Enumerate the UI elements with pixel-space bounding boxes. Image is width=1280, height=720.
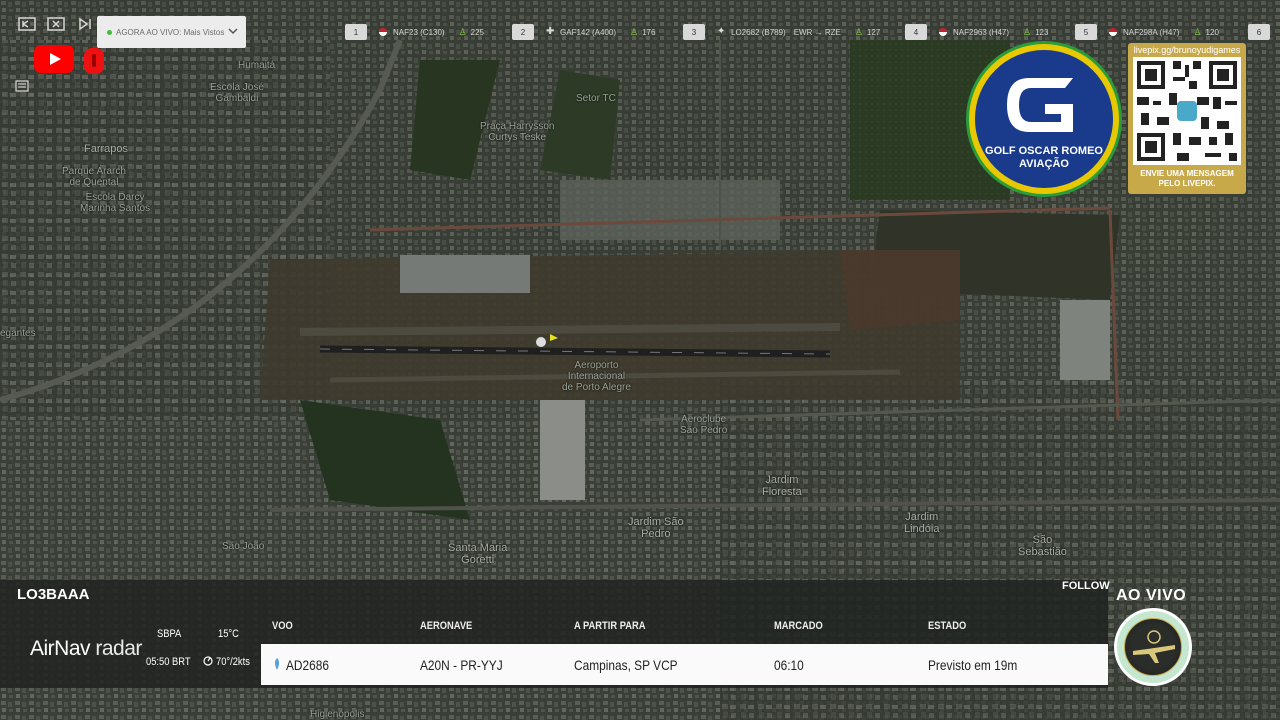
- airnav-logo-text: AirNav: [30, 637, 91, 660]
- flight-route: EWR → RZE: [793, 27, 841, 37]
- flight-viewers: 123: [1035, 27, 1049, 37]
- cell-marcado: 06:10: [774, 657, 804, 673]
- map-label-navegantes: egantes: [0, 328, 36, 339]
- map-label-aeroclube: Aeroclube São Pedro: [680, 414, 728, 436]
- flight-chip-6[interactable]: 6: [1248, 23, 1280, 41]
- aircraft-registration: LO3BAAA: [17, 586, 90, 603]
- airline-logo-icon: ✦: [717, 26, 726, 37]
- gor-line-2: AVIAÇÃO: [1019, 158, 1069, 170]
- live-dot-icon: [107, 29, 112, 35]
- flag-icon: [939, 28, 947, 36]
- map-label-farrapos: Farrapos: [84, 143, 129, 155]
- qr-code-icon: [1133, 57, 1241, 165]
- flight-rank: 3: [683, 24, 705, 40]
- flight-rank: 1: [345, 24, 367, 40]
- livepix-url[interactable]: livepix.gg/brunoyudigames: [1128, 45, 1246, 55]
- flight-viewers: 176: [642, 27, 656, 37]
- flight-code: NAF23 (C130): [393, 27, 445, 37]
- airplane-emblem-icon: [1133, 630, 1175, 663]
- col-header-estado: ESTADO: [928, 620, 967, 632]
- flight-code: NAF2963 (H47): [953, 27, 1010, 37]
- gor-line-1: GOLF OSCAR ROMEO: [985, 145, 1103, 157]
- col-header-voo: VOO: [272, 620, 293, 632]
- cell-estado: Previsto em 19m: [928, 657, 1018, 673]
- top-bar: AGORA AO VIVO: Mais Vistos 1 NAF23 (C130…: [0, 8, 1280, 48]
- livepix-card[interactable]: livepix.gg/brunoyudigames ENVIE UMA MENS…: [1128, 43, 1246, 194]
- map-label-jardim-sao-pedro: Jardim São Pedro: [628, 516, 684, 541]
- map-label-escola: Escola José Gambaldi: [210, 82, 264, 104]
- g-logo-icon: [1007, 78, 1073, 132]
- airnav-radar-text: radar: [95, 637, 142, 660]
- flag-icon: [1109, 28, 1117, 36]
- map-label-sao-sebastiao: São Sebastião: [1018, 534, 1067, 559]
- map-label-escola2: Escola Darcy Marinha Santos: [80, 192, 151, 214]
- temperature: 15°C: [218, 628, 239, 640]
- flight-viewers: 120: [1205, 27, 1219, 37]
- airport-code: SBPA: [157, 628, 182, 640]
- chevron-down-icon: [228, 28, 238, 35]
- viewers-icon: ♙: [1193, 26, 1202, 37]
- flight-viewers: 127: [866, 27, 881, 37]
- map-label-sao-joao: São João: [222, 541, 265, 552]
- channel-badge-inner: [1124, 618, 1182, 676]
- viewers-icon: ♙: [458, 26, 467, 37]
- flight-chip-2[interactable]: 2 ✚ GAF142 (A400) ♙ 176: [512, 23, 655, 41]
- flight-rank: 4: [905, 24, 927, 40]
- flag-icon: [379, 28, 387, 36]
- viewers-icon: ♙: [854, 26, 863, 37]
- flight-chip-3[interactable]: 3 ✦ LO2682 (B789) EWR → RZE ♙ 127: [683, 23, 880, 41]
- layers-icon[interactable]: [14, 78, 30, 94]
- livepix-msg-1: ENVIE UMA MENSAGEM: [1140, 169, 1234, 178]
- map-label-jardim-floresta: Jardim Floresta: [762, 474, 802, 499]
- viewers-icon: ♙: [630, 26, 639, 37]
- live-select-label: AGORA AO VIVO: Mais Vistos: [116, 27, 225, 37]
- flight-chip-5[interactable]: 5 NAF298A (H47) ♙ 120: [1075, 23, 1219, 41]
- flight-chip-4[interactable]: 4 NAF2963 (H47) ♙ 123: [905, 23, 1048, 41]
- map-label-praca: Praça Harrysson Curtys Teske: [480, 121, 555, 143]
- close-panel-icon[interactable]: [47, 16, 65, 32]
- flight-rank: 2: [512, 24, 534, 40]
- map-label-aeroporto: Aeroporto Internacional de Porto Alegre: [562, 360, 631, 393]
- skip-next-icon[interactable]: [76, 16, 94, 32]
- flight-row[interactable]: AD2686 A20N - PR-YYJ Campinas, SP VCP 06…: [261, 644, 1108, 685]
- flight-viewers: 225: [470, 27, 485, 37]
- cell-voo: AD2686: [286, 657, 330, 673]
- aircraft-marker-icon[interactable]: [536, 337, 546, 347]
- map-label-humaita: Humaitá: [238, 60, 276, 71]
- col-header-aeronave: AERONAVE: [420, 620, 473, 632]
- flight-rank: 6: [1248, 24, 1270, 40]
- plane-icon: ✚: [546, 26, 555, 37]
- map-label-parque: Parque Ararch de Quental: [62, 166, 126, 188]
- wind-icon: [203, 656, 213, 666]
- flight-code: NAF298A (H47): [1123, 27, 1180, 37]
- channel-badge-logo: [1114, 608, 1192, 686]
- map-label-santa-maria: Santa Maria Goretti: [448, 542, 508, 567]
- col-header-rota: A PARTIR PARA: [574, 620, 646, 632]
- local-time: 05:50 BRT: [146, 656, 191, 668]
- flight-code: GAF142 (A400): [560, 27, 617, 37]
- live-feed-select[interactable]: AGORA AO VIVO: Mais Vistos: [97, 16, 246, 48]
- airnav-logo: AirNav radar: [30, 637, 142, 661]
- col-header-marcado: MARCADO: [774, 620, 823, 632]
- flight-code: LO2682 (B789): [731, 27, 786, 37]
- golf-oscar-romeo-logo: GOLF OSCAR ROMEO AVIAÇÃO: [969, 44, 1119, 194]
- map-label-higienopolis: Higienópolis: [310, 709, 365, 720]
- viewers-icon: ♙: [1023, 26, 1032, 37]
- cell-rota: Campinas, SP VCP: [574, 657, 678, 673]
- alert-icon[interactable]: [84, 48, 104, 74]
- youtube-icon[interactable]: [34, 45, 74, 73]
- airline-logo-icon: [275, 658, 279, 670]
- wind: 70°/2kts: [216, 656, 250, 668]
- livepix-msg-2: PELO LIVEPIX.: [1158, 179, 1216, 188]
- follow-button[interactable]: FOLLOW: [1062, 580, 1110, 592]
- cell-aeronave: A20N - PR-YYJ: [420, 657, 503, 673]
- ao-vivo-label: AO VIVO: [1116, 587, 1187, 604]
- flight-chip-1[interactable]: 1 NAF23 (C130) ♙ 225: [345, 23, 484, 41]
- map-label-setor: Setor TC: [576, 93, 616, 104]
- map-label-jardim-lindoia: Jardim Lindóia: [904, 511, 940, 536]
- exit-fullscreen-icon[interactable]: [18, 16, 36, 32]
- flight-rank: 5: [1075, 24, 1097, 40]
